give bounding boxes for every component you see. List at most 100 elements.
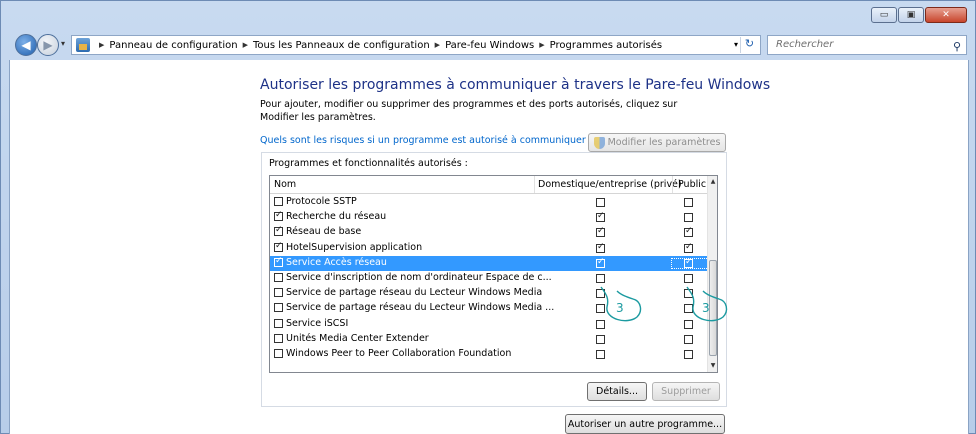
program-enabled-checkbox[interactable] — [274, 318, 283, 328]
column-header-private[interactable]: Domestique/entreprise (privé) — [538, 179, 682, 190]
public-checkbox[interactable] — [684, 198, 693, 207]
private-checkbox[interactable] — [596, 274, 605, 283]
window-frame: ▭ ▣ ✕ ◀ ▶ ▾ ▶ Panneau de configuration ▶… — [0, 0, 976, 434]
forward-arrow-icon: ▶ — [43, 38, 53, 52]
column-header-public[interactable]: Public — [678, 179, 706, 190]
public-cell — [684, 198, 696, 207]
program-row[interactable]: Recherche du réseau — [270, 210, 708, 225]
programs-list[interactable]: Nom Domestique/entreprise (privé) Public… — [269, 175, 718, 373]
callout-marker: 3 — [597, 285, 643, 325]
private-cell — [596, 350, 608, 359]
maximize-button[interactable]: ▣ — [898, 7, 924, 23]
program-enabled-checkbox[interactable] — [274, 273, 283, 282]
minimize-button[interactable]: ▭ — [871, 7, 897, 23]
public-checkbox[interactable] — [684, 257, 693, 268]
program-name: Réseau de base — [274, 225, 362, 238]
program-enabled-checkbox[interactable] — [274, 225, 283, 237]
private-checkbox[interactable] — [596, 226, 605, 238]
chevron-right-icon[interactable]: ▶ — [99, 41, 104, 49]
program-row[interactable]: Réseau de base — [270, 225, 708, 240]
column-divider[interactable] — [534, 176, 535, 193]
chevron-right-icon[interactable]: ▶ — [243, 41, 248, 49]
column-divider[interactable] — [672, 176, 673, 193]
recent-pages-dropdown[interactable]: ▾ — [61, 39, 65, 48]
close-button[interactable]: ✕ — [925, 7, 967, 23]
column-header-name[interactable]: Nom — [274, 179, 296, 190]
scroll-up-icon[interactable]: ▲ — [708, 176, 717, 188]
program-enabled-checkbox[interactable] — [274, 303, 283, 313]
program-enabled-checkbox[interactable] — [274, 349, 283, 358]
private-checkbox[interactable] — [596, 198, 605, 207]
program-name: Windows Peer to Peer Collaboration Found… — [274, 348, 511, 359]
program-name: Protocole SSTP — [274, 196, 357, 207]
callout-number: 3 — [702, 301, 710, 315]
private-cell — [596, 334, 608, 344]
private-checkbox[interactable] — [596, 350, 605, 359]
details-button[interactable]: Détails... — [587, 382, 647, 401]
caption-buttons: ▭ ▣ ✕ — [870, 7, 967, 23]
control-panel-icon — [76, 38, 90, 52]
public-checkbox[interactable] — [684, 213, 693, 223]
private-cell — [596, 257, 608, 268]
modify-settings-button[interactable]: Modifier les paramètres — [588, 133, 726, 152]
program-name: Service de partage réseau du Lecteur Win… — [274, 287, 542, 298]
forward-button[interactable]: ▶ — [37, 34, 59, 56]
address-dropdown-icon[interactable]: ▾ — [734, 40, 738, 49]
program-name-label: Service iSCSI — [286, 317, 349, 329]
program-row[interactable]: HotelSupervision application — [270, 241, 708, 256]
program-row[interactable]: Service Accès réseau — [270, 255, 709, 271]
list-header: Nom Domestique/entreprise (privé) Public — [270, 176, 708, 194]
program-name-label: Service Accès réseau — [286, 256, 387, 268]
breadcrumb-allowed-programs[interactable]: Programmes autorisés — [550, 40, 662, 51]
back-button[interactable]: ◀ — [15, 34, 37, 56]
allow-another-program-button[interactable]: Autoriser un autre programme... — [565, 414, 725, 434]
private-checkbox[interactable] — [596, 334, 605, 344]
program-name-label: Réseau de base — [286, 226, 362, 238]
address-bar[interactable]: ▶ Panneau de configuration ▶ Tous les Pa… — [71, 35, 761, 55]
public-cell — [684, 242, 696, 253]
private-cell — [596, 211, 608, 223]
search-icon[interactable]: ⚲ — [953, 38, 961, 56]
modify-settings-label: Modifier les paramètres — [607, 137, 721, 148]
program-row[interactable]: Windows Peer to Peer Collaboration Found… — [270, 347, 708, 362]
public-checkbox[interactable] — [684, 226, 693, 238]
program-name-label: Recherche du réseau — [286, 211, 387, 223]
breadcrumb-firewall[interactable]: Pare-feu Windows — [445, 40, 534, 51]
breadcrumb-all-control-panels[interactable]: Tous les Panneaux de configuration — [253, 40, 430, 51]
program-enabled-checkbox[interactable] — [274, 256, 283, 267]
private-checkbox[interactable] — [596, 257, 605, 268]
vertical-scrollbar[interactable]: ▲ ▼ — [707, 176, 717, 372]
program-name-label: Service de partage réseau du Lecteur Win… — [286, 302, 555, 314]
scroll-down-icon[interactable]: ▼ — [708, 360, 717, 372]
breadcrumb-control-panel[interactable]: Panneau de configuration — [109, 40, 237, 51]
program-enabled-checkbox[interactable] — [274, 333, 283, 343]
program-row[interactable]: Service d'inscription de nom d'ordinateu… — [270, 271, 708, 286]
public-checkbox[interactable] — [684, 350, 693, 359]
refresh-icon[interactable]: ↻ — [740, 37, 758, 53]
program-enabled-checkbox[interactable] — [274, 210, 283, 222]
public-cell — [684, 213, 696, 223]
chevron-right-icon[interactable]: ▶ — [539, 41, 544, 49]
program-row[interactable]: Unités Media Center Extender — [270, 332, 708, 347]
private-checkbox[interactable] — [596, 242, 605, 253]
public-checkbox[interactable] — [684, 242, 693, 253]
remove-button[interactable]: Supprimer — [652, 382, 720, 401]
public-checkbox[interactable] — [684, 274, 693, 283]
allowed-programs-group: Programmes et fonctionnalités autorisés … — [261, 152, 727, 407]
public-checkbox[interactable] — [684, 334, 693, 344]
program-name: Service de partage réseau du Lecteur Win… — [274, 302, 554, 313]
program-row[interactable]: Protocole SSTP — [270, 195, 708, 210]
back-arrow-icon: ◀ — [21, 38, 31, 52]
callout-number: 3 — [616, 301, 624, 315]
program-enabled-checkbox[interactable] — [274, 241, 283, 252]
search-placeholder: Rechercher — [776, 39, 834, 50]
program-name: Service iSCSI — [274, 318, 348, 329]
public-cell — [684, 226, 696, 238]
private-checkbox[interactable] — [596, 211, 605, 223]
search-input[interactable]: Rechercher ⚲ — [767, 35, 967, 55]
program-enabled-checkbox[interactable] — [274, 197, 283, 206]
chevron-right-icon[interactable]: ▶ — [435, 41, 440, 49]
program-enabled-checkbox[interactable] — [274, 288, 283, 298]
program-name-label: HotelSupervision application — [286, 241, 423, 253]
risk-help-link[interactable]: Quels sont les risques si un programme e… — [260, 135, 594, 146]
